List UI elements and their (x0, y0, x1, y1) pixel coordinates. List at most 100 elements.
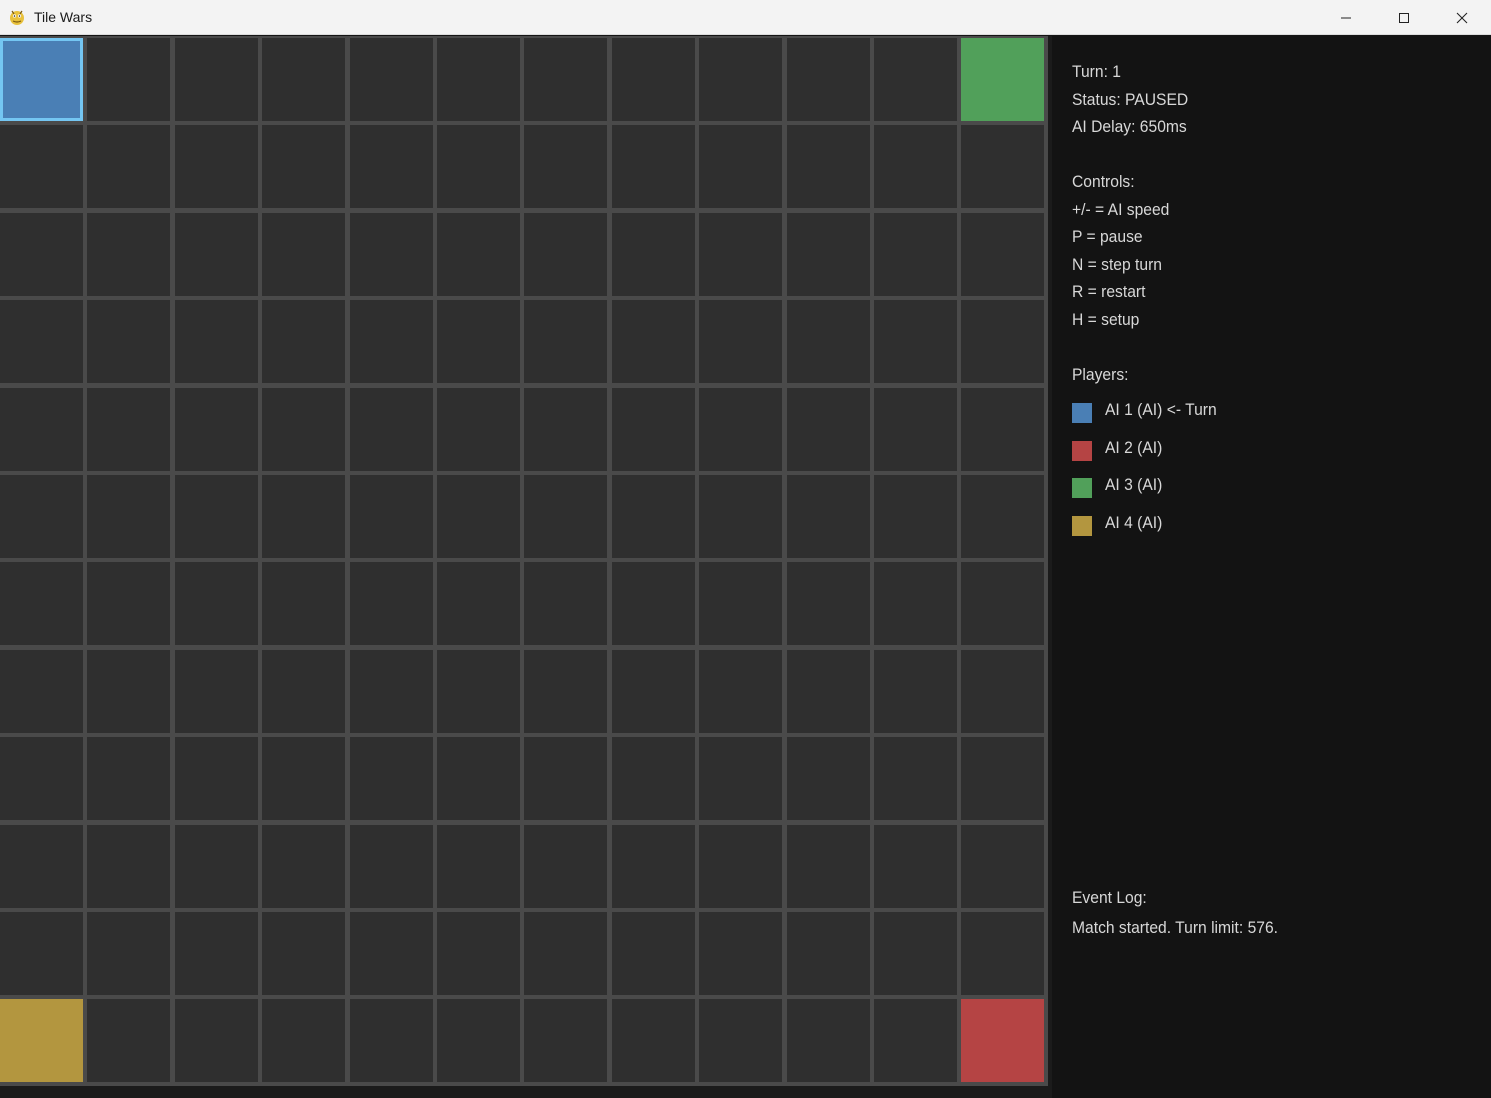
board-cell[interactable] (874, 300, 957, 383)
board-cell[interactable] (874, 125, 957, 208)
board-cell[interactable] (699, 737, 782, 820)
board-cell[interactable] (524, 999, 607, 1082)
board-cell[interactable] (699, 300, 782, 383)
board-cell[interactable] (874, 737, 957, 820)
board-cell[interactable] (787, 999, 870, 1082)
board-cell[interactable] (0, 388, 83, 471)
board-cell[interactable] (961, 999, 1044, 1082)
board-cell[interactable] (524, 650, 607, 733)
board-cell[interactable] (961, 475, 1044, 558)
board-cell[interactable] (699, 825, 782, 908)
board-cell[interactable] (175, 388, 258, 471)
board-cell[interactable] (699, 999, 782, 1082)
board-cell[interactable] (874, 999, 957, 1082)
board-cell[interactable] (787, 125, 870, 208)
board-cell[interactable] (437, 388, 520, 471)
board-cell[interactable] (612, 38, 695, 121)
board-cell[interactable] (787, 650, 870, 733)
board-cell[interactable] (699, 562, 782, 645)
board-cell[interactable] (175, 650, 258, 733)
board-cell[interactable] (524, 300, 607, 383)
board-cell[interactable] (612, 388, 695, 471)
board-cell[interactable] (961, 125, 1044, 208)
board-cell[interactable] (699, 650, 782, 733)
board-cell[interactable] (262, 388, 345, 471)
board-cell[interactable] (437, 213, 520, 296)
board-cell[interactable] (874, 650, 957, 733)
board-cell[interactable] (874, 825, 957, 908)
board-cell[interactable] (350, 213, 433, 296)
board-cell[interactable] (612, 650, 695, 733)
board-cell[interactable] (699, 912, 782, 995)
board-cell[interactable] (262, 213, 345, 296)
board-cell[interactable] (437, 300, 520, 383)
board-cell[interactable] (262, 825, 345, 908)
board-cell[interactable] (175, 999, 258, 1082)
board-cell[interactable] (612, 825, 695, 908)
board-cell[interactable] (350, 38, 433, 121)
board-cell[interactable] (350, 475, 433, 558)
board-cell[interactable] (524, 213, 607, 296)
board-cell[interactable] (350, 125, 433, 208)
board-cell[interactable] (175, 38, 258, 121)
board-cell[interactable] (87, 213, 170, 296)
board-cell[interactable] (961, 300, 1044, 383)
board-cell[interactable] (87, 38, 170, 121)
board-cell[interactable] (612, 213, 695, 296)
board-cell[interactable] (350, 999, 433, 1082)
board-cell[interactable] (350, 825, 433, 908)
board-cell[interactable] (437, 999, 520, 1082)
board-cell[interactable] (961, 737, 1044, 820)
board-cell[interactable] (524, 825, 607, 908)
board-cell[interactable] (524, 737, 607, 820)
board-cell[interactable] (961, 38, 1044, 121)
board-cell[interactable] (874, 562, 957, 645)
board-cell[interactable] (874, 388, 957, 471)
board-cell[interactable] (87, 737, 170, 820)
board-cell[interactable] (262, 300, 345, 383)
board-cell[interactable] (961, 650, 1044, 733)
board-cell[interactable] (87, 825, 170, 908)
board-cell[interactable] (0, 300, 83, 383)
board-cell[interactable] (961, 213, 1044, 296)
board-cell[interactable] (699, 213, 782, 296)
board-cell[interactable] (874, 213, 957, 296)
board-cell[interactable] (612, 737, 695, 820)
board-cell[interactable] (0, 825, 83, 908)
board-cell[interactable] (0, 475, 83, 558)
board-cell[interactable] (262, 650, 345, 733)
board-cell[interactable] (87, 125, 170, 208)
board-cell[interactable] (699, 475, 782, 558)
board-cell[interactable] (612, 475, 695, 558)
board-cell[interactable] (524, 125, 607, 208)
board-cell[interactable] (524, 475, 607, 558)
minimize-button[interactable] (1317, 0, 1375, 35)
board-cell[interactable] (0, 213, 83, 296)
board-cell[interactable] (524, 388, 607, 471)
board-cell[interactable] (175, 475, 258, 558)
board-cell[interactable] (612, 300, 695, 383)
game-board[interactable] (0, 36, 1048, 1086)
board-cell[interactable] (262, 737, 345, 820)
board-cell[interactable] (437, 912, 520, 995)
board-cell[interactable] (787, 825, 870, 908)
board-cell[interactable] (612, 125, 695, 208)
window-titlebar[interactable]: Tile Wars (0, 0, 1491, 35)
board-cell[interactable] (262, 475, 345, 558)
board-cell[interactable] (87, 300, 170, 383)
board-cell[interactable] (350, 388, 433, 471)
board-cell[interactable] (787, 300, 870, 383)
board-cell[interactable] (524, 912, 607, 995)
board-cell[interactable] (787, 388, 870, 471)
board-cell[interactable] (350, 912, 433, 995)
board-cell[interactable] (0, 999, 83, 1082)
board-cell[interactable] (175, 825, 258, 908)
board-cell[interactable] (262, 38, 345, 121)
board-cell[interactable] (961, 562, 1044, 645)
board-cell[interactable] (961, 912, 1044, 995)
board-cell[interactable] (699, 38, 782, 121)
board-cell[interactable] (175, 912, 258, 995)
board-cell[interactable] (262, 912, 345, 995)
board-cell[interactable] (961, 825, 1044, 908)
board-cell[interactable] (350, 562, 433, 645)
